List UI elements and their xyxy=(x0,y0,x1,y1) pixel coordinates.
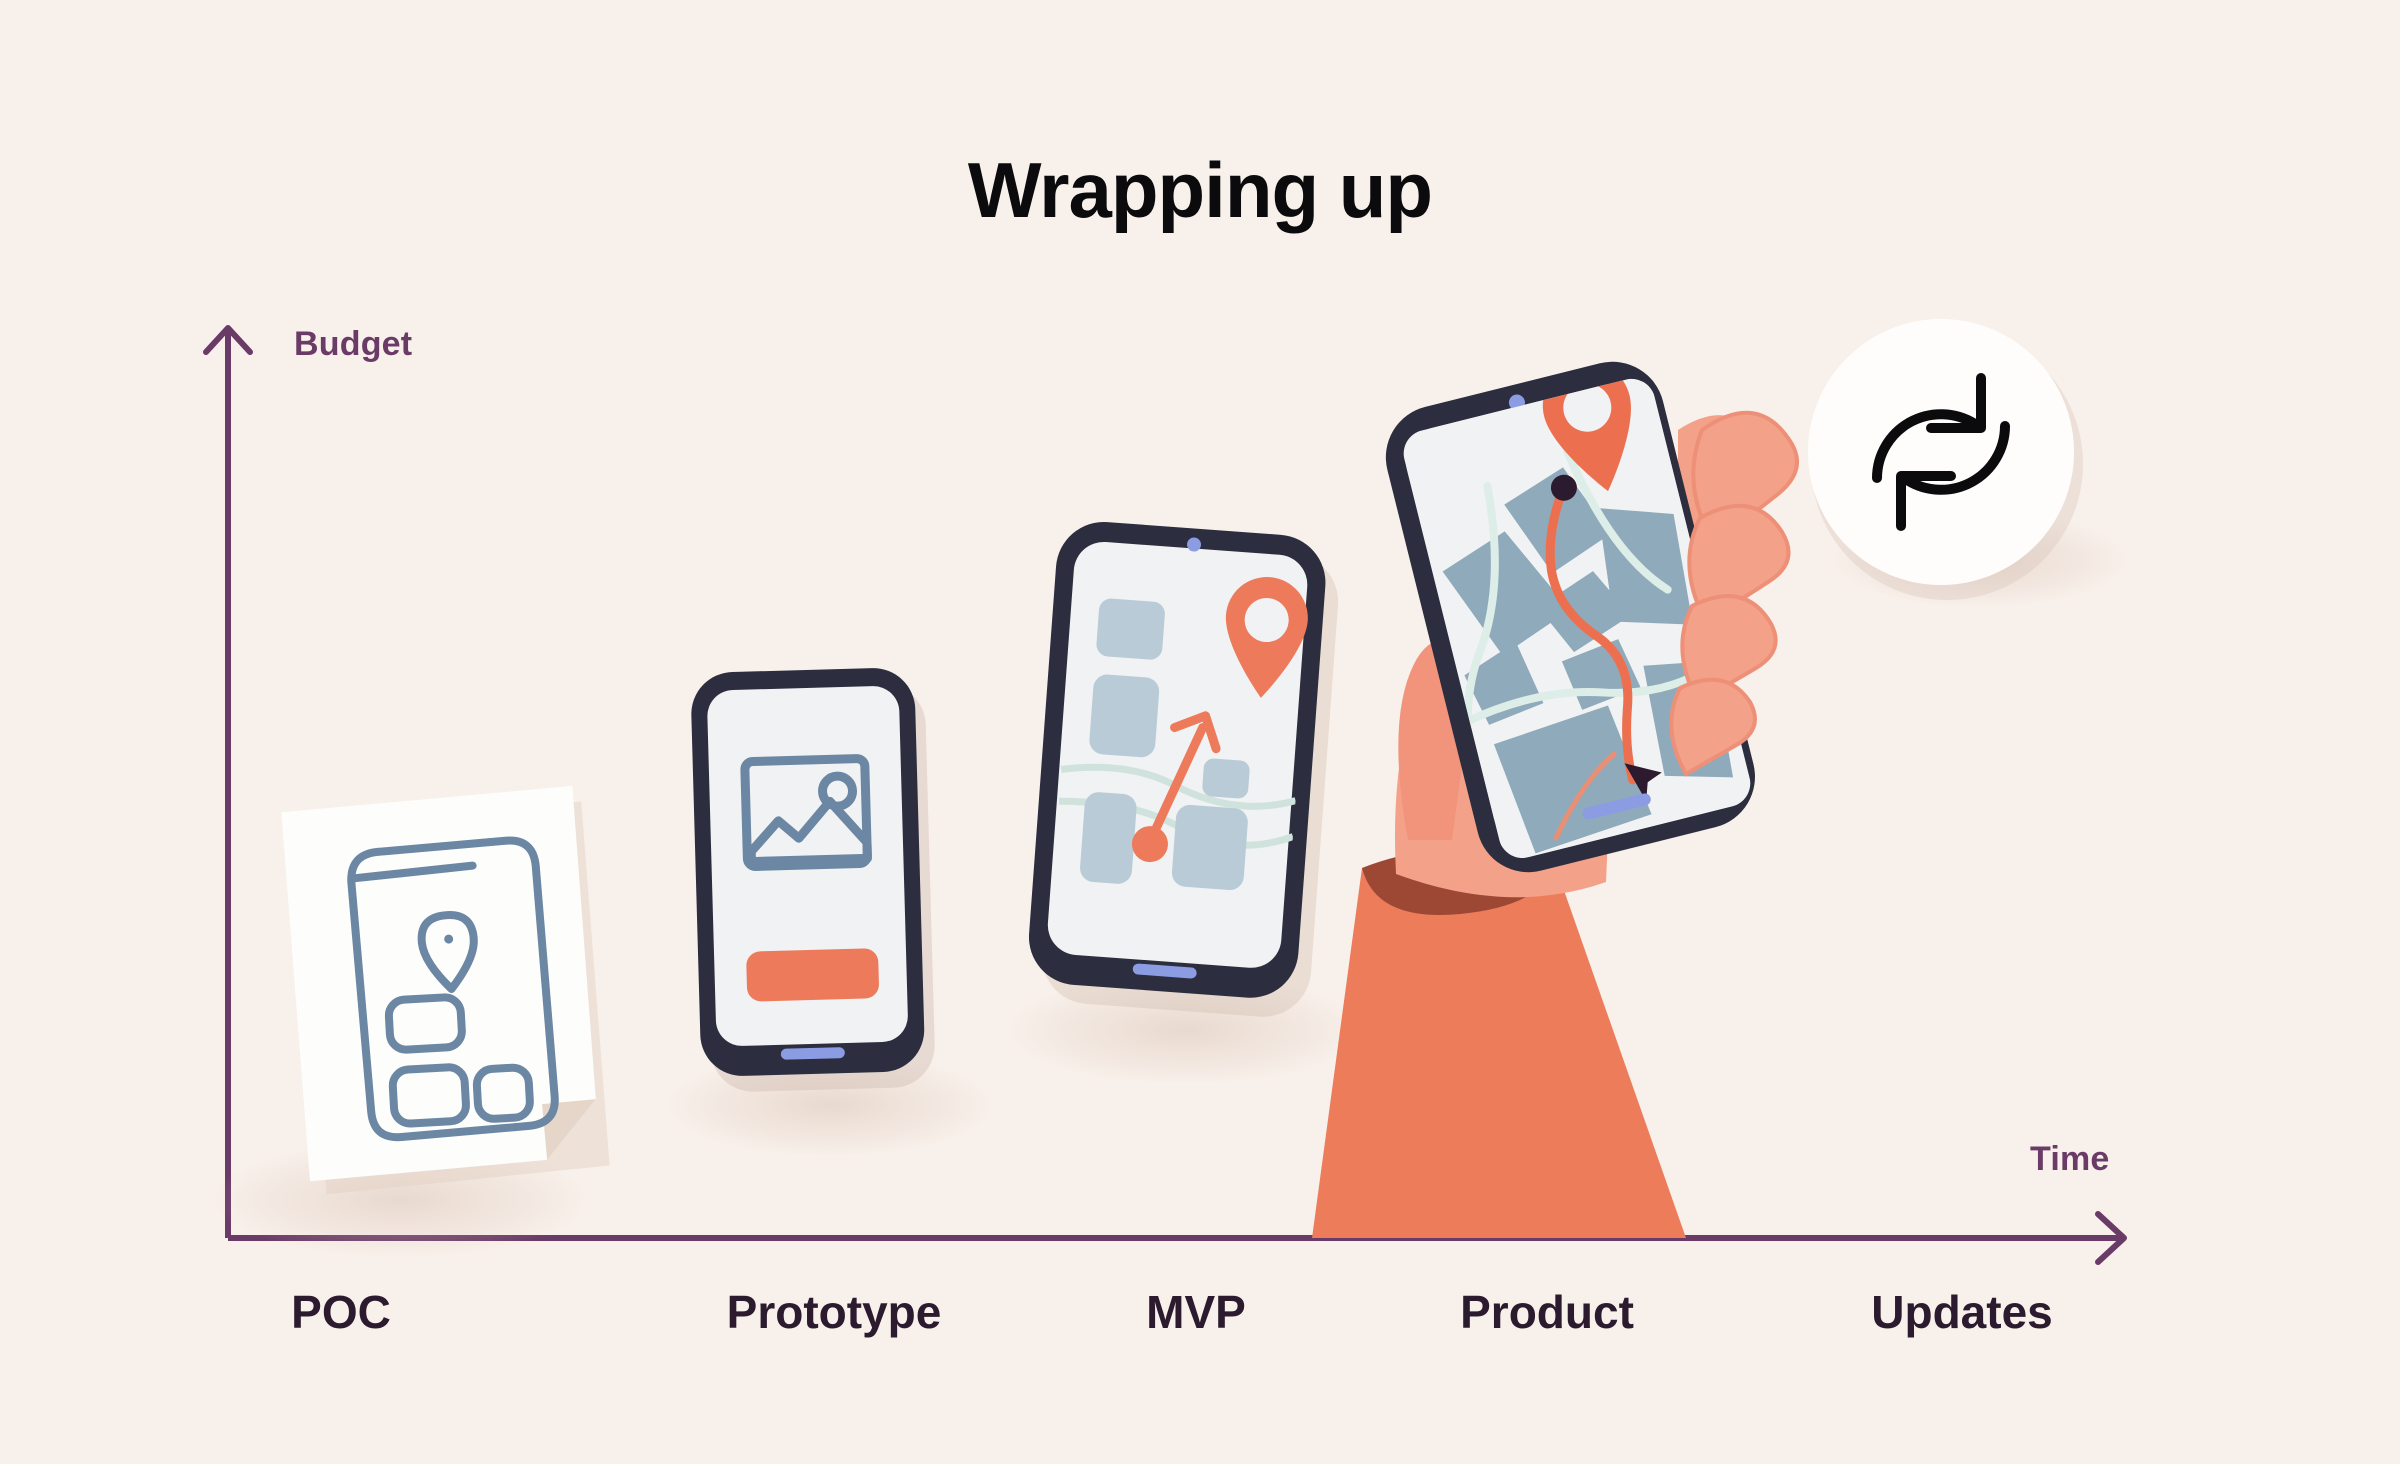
category-label-mvp: MVP xyxy=(1146,1286,1246,1338)
category-label-product: Product xyxy=(1460,1286,1634,1338)
illustration-canvas: Wrapping up Budget Time POC Prototype MV… xyxy=(0,0,2400,1464)
category-label-updates: Updates xyxy=(1871,1286,2053,1338)
y-axis-label: Budget xyxy=(294,325,413,363)
text-layer: Wrapping up Budget Time POC Prototype MV… xyxy=(0,0,2400,1464)
category-label-prototype: Prototype xyxy=(726,1286,942,1338)
category-label-poc: POC xyxy=(291,1286,391,1338)
page-title: Wrapping up xyxy=(967,146,1433,234)
x-axis-label: Time xyxy=(2030,1140,2110,1178)
